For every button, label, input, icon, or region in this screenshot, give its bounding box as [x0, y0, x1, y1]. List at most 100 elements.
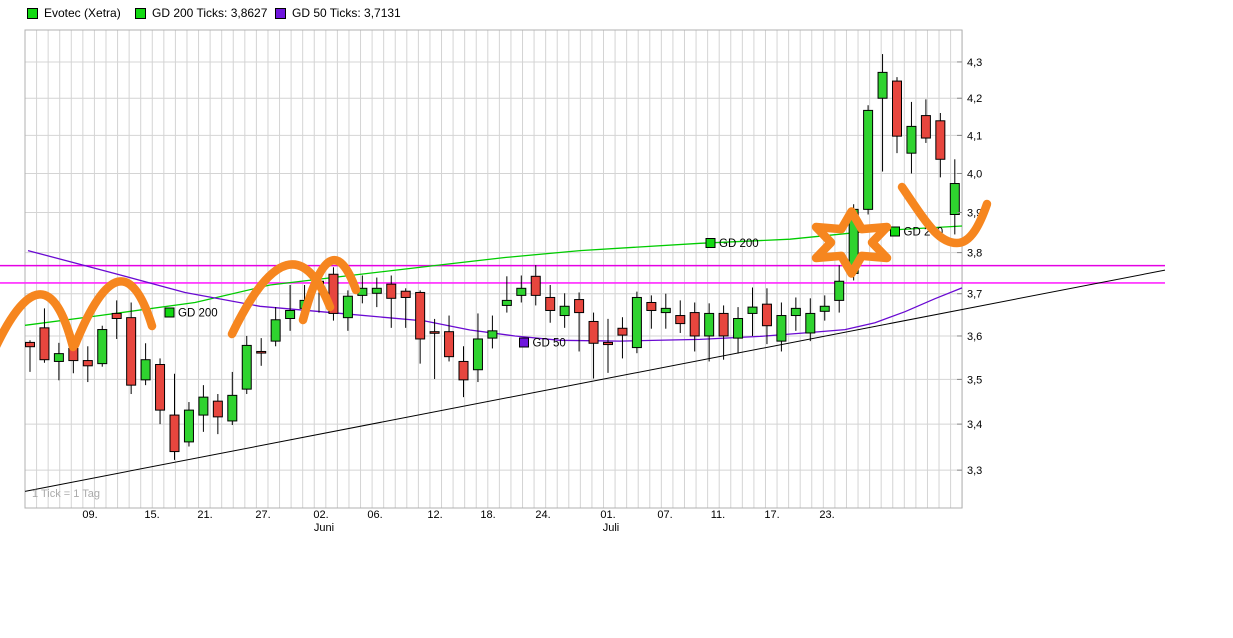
y-tick-label: 4,2 [967, 93, 982, 105]
legend-item-evotec: Evotec (Xetra) [27, 7, 121, 19]
series-swatch-evotec [27, 8, 38, 19]
candle [618, 317, 627, 358]
x-tick-label: 24. [535, 509, 550, 521]
x-tick-label: 11. [711, 509, 725, 521]
candle [690, 302, 699, 351]
candle [127, 302, 136, 394]
y-tick-label: 3,7 [967, 289, 982, 301]
y-tick-label: 3,4 [967, 419, 982, 431]
price-chart: GD 200GD 200GD 200GD 504,34,24,14,03,93,… [0, 0, 1233, 638]
candle [705, 303, 714, 361]
x-tick-sublabel: Juni [314, 522, 334, 534]
candle [820, 295, 829, 320]
x-tick-label: 06. [367, 509, 382, 521]
x-tick-label: 21. [197, 509, 212, 521]
candle [734, 307, 743, 354]
candle [459, 346, 468, 397]
candle [156, 358, 165, 424]
chart-window: GD 200GD 200GD 200GD 504,34,24,14,03,93,… [0, 0, 1233, 638]
ma-label-marker [706, 239, 715, 248]
x-tick-label: 27. [255, 509, 270, 521]
ma-label-text: GD 200 [719, 238, 759, 250]
x-tick-label: 09. [82, 509, 97, 521]
candle [488, 316, 497, 349]
ma-label-marker [891, 227, 900, 236]
candle [936, 113, 945, 177]
candle [835, 265, 844, 312]
x-tick-label: 07. [657, 509, 672, 521]
candle [141, 343, 150, 385]
candle [40, 308, 49, 362]
ma-label-text: GD 50 [533, 338, 566, 350]
candle [329, 267, 338, 320]
x-tick-label: 23. [819, 509, 834, 521]
candle [416, 290, 425, 363]
legend-item-gd50: GD 50 Ticks: 3,7131 [275, 7, 401, 19]
candle [921, 99, 930, 143]
candle [604, 319, 613, 373]
y-tick-label: 3,3 [967, 465, 982, 477]
series-swatch-gd200 [135, 8, 146, 19]
candle [517, 275, 526, 302]
candle [748, 287, 757, 335]
legend-label-evotec: Evotec (Xetra) [44, 6, 121, 20]
candle [199, 385, 208, 432]
x-tick-sublabel: Juli [603, 522, 620, 534]
candle [184, 402, 193, 446]
x-tick-label: 17. [764, 509, 779, 521]
plot-border [25, 30, 962, 508]
y-tick-label: 3,5 [967, 374, 982, 386]
x-tick-label: 18. [480, 509, 495, 521]
candle [560, 293, 569, 328]
x-tick-label: 02. [313, 509, 328, 521]
candle [112, 300, 121, 339]
candle [401, 288, 410, 328]
candle [864, 105, 873, 214]
candle [502, 276, 511, 312]
x-tick-label: 01. [600, 509, 615, 521]
candle [170, 374, 179, 460]
candle [647, 295, 656, 328]
y-tick-label: 4,3 [967, 57, 982, 69]
ma-label-marker [520, 338, 529, 347]
ma-label-text: GD 200 [178, 308, 218, 320]
candle [473, 313, 482, 382]
legend-label-gd200: GD 200 Ticks: 3,8627 [152, 6, 267, 20]
candle [719, 305, 728, 359]
candle [791, 297, 800, 330]
y-tick-label: 4,0 [967, 168, 982, 180]
legend-label-gd50: GD 50 Ticks: 3,7131 [292, 6, 401, 20]
candle [242, 336, 251, 394]
y-tick-label: 4,1 [967, 130, 982, 142]
candle [806, 298, 815, 341]
x-tick-label: 12. [427, 509, 442, 521]
candle [286, 285, 295, 331]
y-tick-label: 3,6 [967, 331, 982, 343]
candle [343, 290, 352, 330]
gd50-line [28, 251, 962, 342]
candle [546, 285, 555, 323]
candle [907, 102, 916, 174]
legend-item-gd200: GD 200 Ticks: 3,8627 [135, 7, 267, 19]
candle [445, 316, 454, 362]
candle [98, 326, 107, 367]
candle [54, 343, 63, 380]
candle [878, 54, 887, 171]
tick-unit-note: 1 Tick = 1 Tag [32, 488, 100, 500]
trend-line [25, 270, 1165, 491]
candle [661, 294, 670, 329]
series-swatch-gd50 [275, 8, 286, 19]
ma-label-marker [165, 308, 174, 317]
y-tick-label: 3,8 [967, 248, 982, 260]
candle [372, 278, 381, 308]
candle [575, 292, 584, 351]
candle [632, 292, 641, 354]
candle [26, 340, 35, 372]
candle [893, 77, 902, 153]
candle [676, 300, 685, 333]
candle [257, 338, 266, 366]
candle [83, 346, 92, 382]
candle [950, 159, 959, 234]
candle [271, 307, 280, 346]
candle [430, 319, 439, 379]
